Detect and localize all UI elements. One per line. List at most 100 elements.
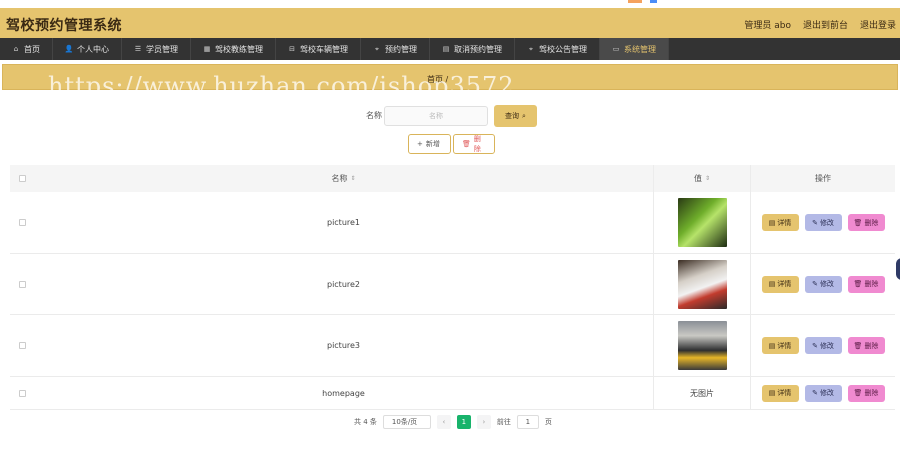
pencil-icon: ✎ xyxy=(812,218,818,227)
total-count: 共 4 条 xyxy=(354,418,377,426)
doc-icon: ▤ xyxy=(768,389,776,397)
nav-item-system[interactable]: ▭ 系统管理 xyxy=(600,38,669,60)
delete-label: 删除 xyxy=(864,341,879,350)
trash-icon: 🗑 xyxy=(853,218,863,227)
edit-button[interactable]: ✎ 修改 xyxy=(804,337,842,354)
nav-label: 个人中心 xyxy=(77,44,109,54)
nav-item-notices[interactable]: ⌖ 驾校公告管理 xyxy=(515,38,600,60)
nav-label: 学员管理 xyxy=(146,44,178,54)
add-button[interactable]: + 新增 xyxy=(408,134,451,154)
select-all-checkbox[interactable] xyxy=(18,175,26,182)
search-label: 名称 xyxy=(366,111,382,120)
row-checkbox[interactable] xyxy=(18,389,26,397)
row-checkbox[interactable] xyxy=(18,342,26,349)
floating-side-tab[interactable] xyxy=(896,258,900,280)
page-size-value: 10条/页 xyxy=(391,418,418,426)
plus-icon: + xyxy=(417,140,423,148)
action-buttons: + 新增 🗑 删除 xyxy=(408,134,495,154)
nav-item-home[interactable]: ⌂ 首页 xyxy=(0,38,53,60)
delete-button[interactable]: 🗑 删除 xyxy=(847,214,885,231)
pin-icon: ⌖ xyxy=(529,44,533,53)
prev-page-button[interactable]: ‹ xyxy=(436,415,451,429)
delete-button[interactable]: 🗑 删除 xyxy=(847,337,885,354)
cell-name: picture3 xyxy=(34,315,654,376)
table-row: picture2 ▤ 详情 ✎ 修改 🗑 删除 xyxy=(10,254,895,315)
delete-button[interactable]: 🗑 删除 xyxy=(847,384,885,402)
nav-item-coaches[interactable]: ▦ 驾校教练管理 xyxy=(191,38,276,60)
browser-indicator xyxy=(628,0,642,3)
cell-name: picture1 xyxy=(34,192,654,253)
table-row: homepage 无图片 ▤ 详情 ✎ 修改 🗑 删除 xyxy=(10,377,895,410)
sort-icon[interactable]: ⇕ xyxy=(705,175,710,182)
row-image-thumbnail[interactable] xyxy=(677,321,727,370)
browser-indicator xyxy=(650,0,657,3)
pencil-icon: ✎ xyxy=(812,280,818,288)
delete-label: 删除 xyxy=(864,280,879,288)
detail-button[interactable]: ▤ 详情 xyxy=(761,384,799,402)
page-number-current[interactable]: 1 xyxy=(456,415,471,429)
nav-label: 取消预约管理 xyxy=(454,44,502,54)
detail-button[interactable]: ▤ 详情 xyxy=(761,337,799,354)
pagination: 共 4 条 10条/页 ‹ 1 › 前往 1 页 xyxy=(354,415,552,429)
nav-item-reservations[interactable]: ⌖ 预约管理 xyxy=(361,38,430,60)
row-image-thumbnail[interactable] xyxy=(677,198,727,247)
breadcrumb-separator: / xyxy=(445,75,449,84)
admin-user-label: 管理员 abo xyxy=(744,21,791,31)
nav-item-vehicles[interactable]: ⊟ 驾校车辆管理 xyxy=(276,38,361,60)
detail-button[interactable]: ▤ 详情 xyxy=(761,214,799,231)
nav-label: 预约管理 xyxy=(385,44,417,54)
edit-button[interactable]: ✎ 修改 xyxy=(804,214,842,231)
chevron-right-icon: › xyxy=(482,418,486,426)
back-to-front-link[interactable]: 退出到前台 xyxy=(803,18,848,31)
row-image-thumbnail[interactable] xyxy=(677,259,727,309)
search-icon: ⌕ xyxy=(522,111,526,120)
row-checkbox[interactable] xyxy=(18,280,26,288)
edit-label: 修改 xyxy=(819,218,834,227)
edit-label: 修改 xyxy=(819,341,834,350)
edit-button[interactable]: ✎ 修改 xyxy=(804,275,842,293)
page-size-select[interactable]: 10条/页 xyxy=(382,415,431,429)
goto-page-input[interactable]: 1 xyxy=(516,415,539,429)
nav-item-students[interactable]: ☰ 学员管理 xyxy=(122,38,191,60)
next-page-button[interactable]: › xyxy=(476,415,491,429)
browser-strip xyxy=(0,0,900,8)
grid-icon: ▦ xyxy=(203,45,211,53)
table-header: 名称 ⇕ 值 ⇕ 操作 xyxy=(10,165,895,192)
search-input[interactable]: 名称 xyxy=(384,106,488,126)
search-row: 名称 名称 查询 ⌕ xyxy=(0,104,900,127)
search-button[interactable]: 查询 ⌕ xyxy=(494,105,537,127)
sort-icon[interactable]: ⇕ xyxy=(350,175,355,182)
delete-button[interactable]: 🗑 删除 xyxy=(847,275,885,293)
user-icon: 👤 xyxy=(64,45,74,53)
app-header: 驾校预约管理系统 管理员 abo 退出到前台 退出登录 xyxy=(0,8,900,38)
trash-icon: 🗑 xyxy=(462,140,471,148)
delete-button-label: 删除 xyxy=(473,135,481,153)
doc-icon: ▤ xyxy=(768,218,776,227)
nav-label: 首页 xyxy=(24,44,40,54)
breadcrumb-bar: 首页 / xyxy=(2,64,898,90)
chevron-left-icon: ‹ xyxy=(442,418,446,426)
batch-delete-button[interactable]: 🗑 删除 xyxy=(453,134,495,154)
edit-button[interactable]: ✎ 修改 xyxy=(804,384,842,402)
add-button-label: 新增 xyxy=(425,140,440,148)
logout-link[interactable]: 退出登录 xyxy=(860,18,896,31)
delete-label: 删除 xyxy=(864,218,879,227)
delete-label: 删除 xyxy=(864,389,879,397)
list-icon: ☰ xyxy=(134,45,142,53)
nav-item-cancellations[interactable]: ▤ 取消预约管理 xyxy=(430,38,515,60)
breadcrumb-home[interactable]: 首页 xyxy=(427,75,443,84)
goto-prefix: 前往 xyxy=(496,418,511,426)
column-header-value[interactable]: 值 xyxy=(694,173,702,184)
cell-value-text: 无图片 xyxy=(654,377,751,409)
pencil-icon: ✎ xyxy=(812,389,818,397)
car-icon: ⊟ xyxy=(289,45,295,53)
detail-button[interactable]: ▤ 详情 xyxy=(761,275,799,293)
cell-name: picture2 xyxy=(34,254,654,314)
menu-icon: ▭ xyxy=(612,45,620,53)
nav-item-profile[interactable]: 👤 个人中心 xyxy=(53,38,122,60)
home-icon: ⌂ xyxy=(13,45,19,53)
header-user-area: 管理员 abo 退出到前台 退出登录 xyxy=(744,18,896,31)
nav-label: 系统管理 xyxy=(624,44,656,54)
row-checkbox[interactable] xyxy=(18,219,26,226)
column-header-name[interactable]: 名称 xyxy=(331,173,347,184)
